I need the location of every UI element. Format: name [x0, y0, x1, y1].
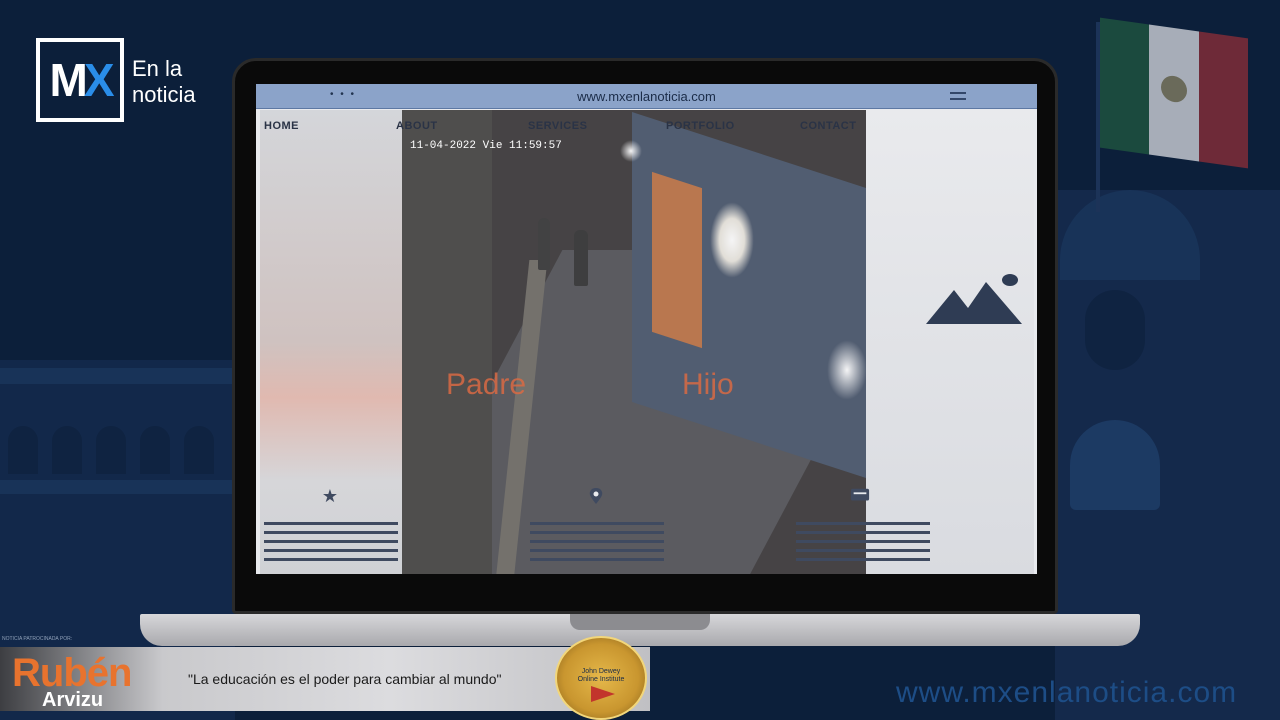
flag-emblem-icon	[1161, 74, 1188, 104]
building-window	[96, 426, 126, 474]
logo-letter-x: X	[83, 54, 115, 106]
flag-red-stripe	[1198, 31, 1248, 169]
sponsor-caption: NOTICIA PATROCINADA POR:	[2, 636, 73, 642]
laptop-hinge	[570, 614, 710, 630]
laptop-screen: • • • www.mxenlanoticia.com 11-04-2022 V…	[256, 84, 1037, 574]
logo-letter-m: M	[49, 54, 87, 106]
browser-url[interactable]: www.mxenlanoticia.com	[256, 89, 1037, 104]
text-placeholder-lines	[530, 522, 664, 567]
building-window	[140, 426, 170, 474]
site-nav: HOME ABOUT SERVICES PORTFOLIO CONTACT	[256, 120, 1037, 136]
sponsor-banner: Rubén Arvizu "La educación es el poder p…	[0, 647, 650, 711]
logo-wordmark: En la noticia	[132, 56, 196, 108]
building-bell	[1070, 420, 1160, 510]
chat-icon	[850, 486, 870, 506]
site-watermark: www.mxenlanoticia.com	[896, 676, 1238, 709]
building-cornice	[0, 368, 235, 384]
flag-white-stripe	[1149, 24, 1199, 162]
building-window	[52, 426, 82, 474]
nav-services[interactable]: SERVICES	[528, 120, 587, 132]
flag-green-stripe	[1100, 17, 1150, 155]
right-panel	[866, 110, 1034, 574]
label-padre: Padre	[446, 368, 527, 401]
location-pin-icon	[586, 486, 606, 506]
logo-text-line1: En la	[132, 56, 183, 81]
browser-bar: • • • www.mxenlanoticia.com	[256, 84, 1037, 109]
badge-logo-icon	[591, 686, 615, 702]
badge-line2: Online Institute	[577, 676, 625, 683]
building-dome	[1060, 190, 1200, 280]
logo-text-line2: noticia	[132, 82, 196, 107]
label-hijo: Hijo	[682, 368, 734, 401]
nav-portfolio[interactable]: PORTFOLIO	[666, 120, 735, 132]
nav-home[interactable]: HOME	[264, 120, 299, 132]
brand-logo: MX En la noticia	[36, 38, 196, 122]
text-placeholder-lines	[796, 522, 930, 567]
image-placeholder-icon	[926, 274, 1022, 324]
video-overlay	[402, 110, 866, 574]
sponsor-quote: "La educación es el poder para cambiar a…	[188, 671, 502, 687]
hamburger-menu-icon[interactable]	[950, 92, 966, 100]
building-window	[8, 426, 38, 474]
nav-contact[interactable]: CONTACT	[800, 120, 856, 132]
logo-mark: MX	[36, 38, 124, 122]
sponsor-surname: Arvizu	[42, 689, 104, 711]
institute-badge: John Dewey Online Institute	[555, 636, 647, 720]
building-ledge	[0, 480, 235, 494]
building-clock	[1085, 290, 1145, 370]
badge-line1: John Dewey	[581, 668, 621, 675]
cctv-video[interactable]: 11-04-2022 Vie 11:59:57 Padre Hijo	[402, 110, 866, 574]
star-icon: ★	[321, 485, 339, 506]
video-timestamp: 11-04-2022 Vie 11:59:57	[410, 140, 562, 152]
building-window	[184, 426, 214, 474]
nav-about[interactable]: ABOUT	[396, 120, 438, 132]
mexico-flag	[1100, 17, 1248, 169]
text-placeholder-lines	[264, 522, 398, 567]
